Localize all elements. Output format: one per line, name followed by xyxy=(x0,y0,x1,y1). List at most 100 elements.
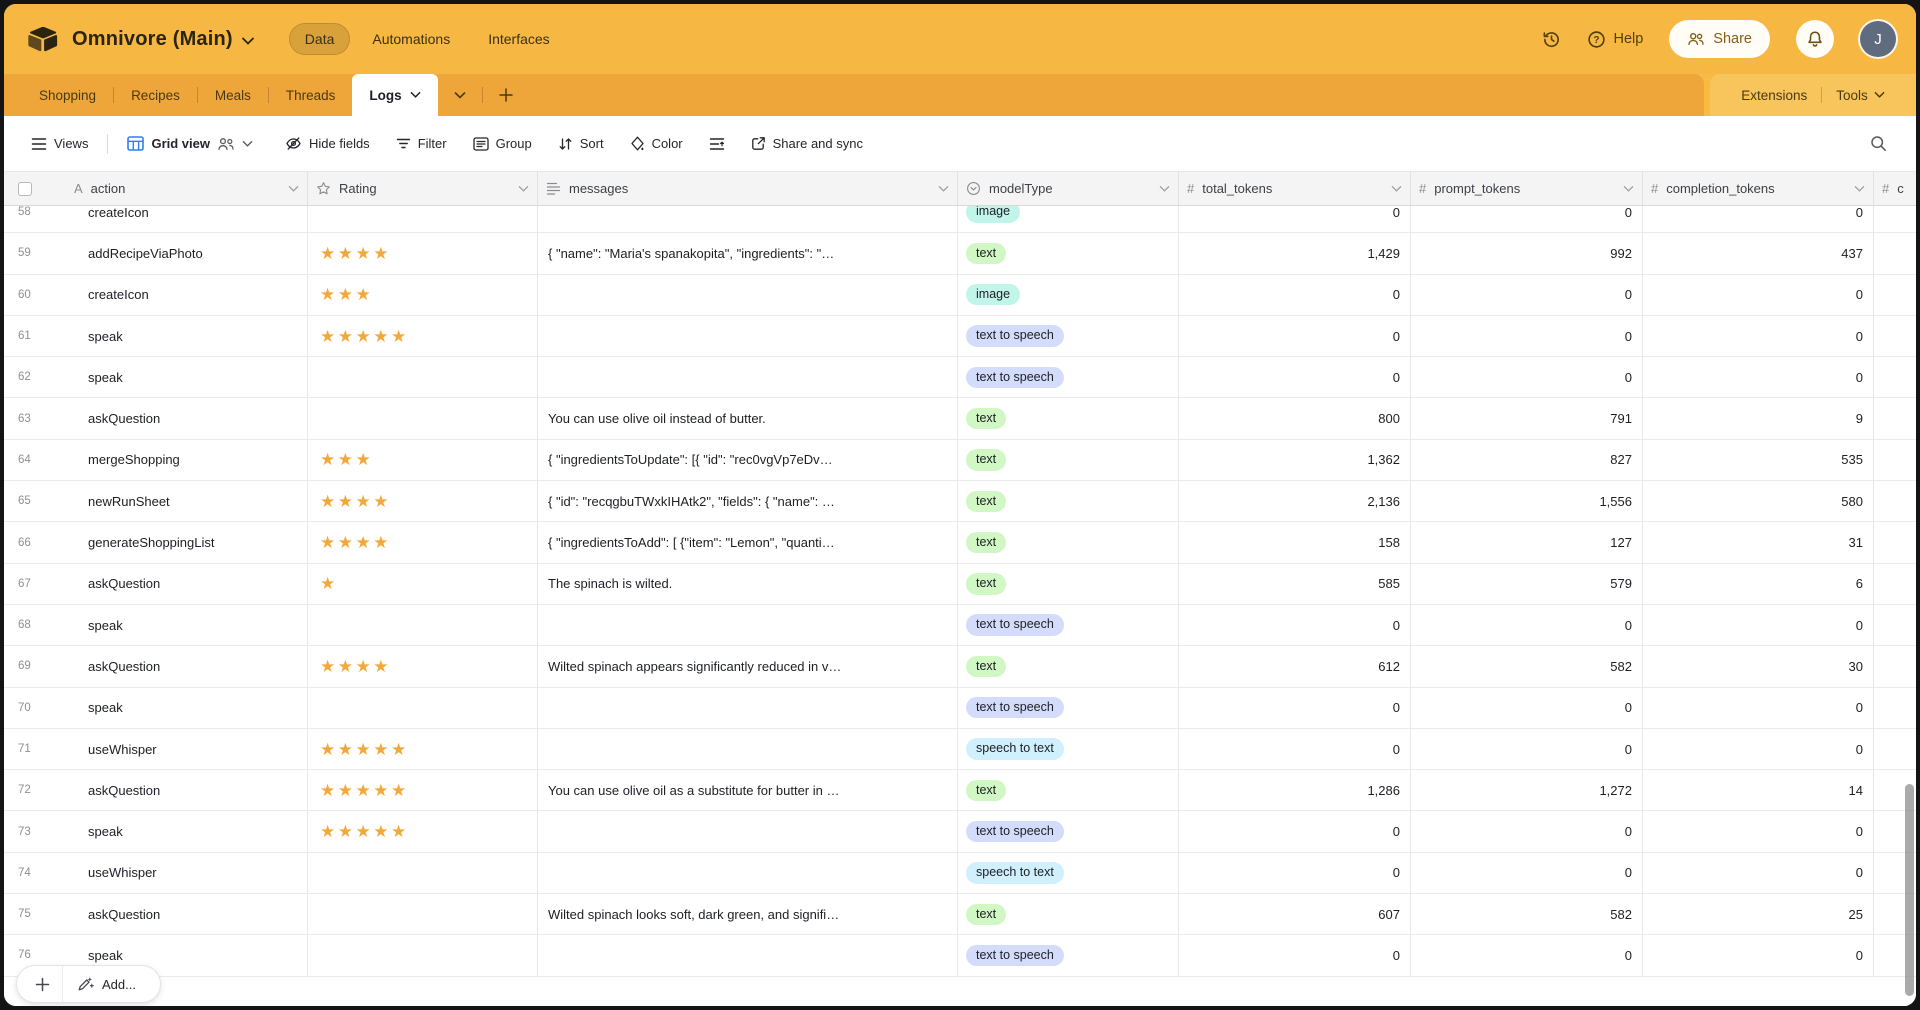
cell-messages[interactable]: Wilted spinach appears significantly red… xyxy=(538,646,958,686)
cell-partial[interactable] xyxy=(1874,481,1916,521)
cell-messages[interactable] xyxy=(538,729,958,769)
column-header-action[interactable]: Aaction xyxy=(66,172,308,205)
rating-stars[interactable]: ★★★★★ xyxy=(320,782,409,799)
cell-total-tokens[interactable]: 0 xyxy=(1179,688,1411,728)
cell-messages[interactable]: { "ingredientsToAdd": [ {"item": "Lemon"… xyxy=(538,522,958,562)
cell-rating[interactable] xyxy=(308,894,538,934)
cell-prompt-tokens[interactable]: 992 xyxy=(1411,233,1643,273)
row-number[interactable]: 70 xyxy=(4,688,66,728)
row-number[interactable]: 65 xyxy=(4,481,66,521)
model-type-badge[interactable]: text xyxy=(966,491,1006,512)
cell-model-type[interactable]: text to speech xyxy=(958,316,1179,356)
cell-model-type[interactable]: image xyxy=(958,206,1179,232)
cell-rating[interactable]: ★★★★ xyxy=(308,233,538,273)
cell-messages[interactable] xyxy=(538,605,958,645)
cell-rating[interactable] xyxy=(308,688,538,728)
cell-action[interactable]: speak xyxy=(66,605,308,645)
model-type-badge[interactable]: text xyxy=(966,656,1006,677)
model-type-badge[interactable]: text to speech xyxy=(966,325,1064,346)
cell-completion-tokens[interactable]: 0 xyxy=(1643,275,1874,315)
cell-partial[interactable] xyxy=(1874,688,1916,728)
cell-rating[interactable]: ★★★ xyxy=(308,275,538,315)
hide-fields-button[interactable]: Hide fields xyxy=(276,129,379,158)
cell-total-tokens[interactable]: 0 xyxy=(1179,729,1411,769)
cell-prompt-tokens[interactable]: 582 xyxy=(1411,646,1643,686)
model-type-badge[interactable]: text to speech xyxy=(966,697,1064,718)
cell-partial[interactable] xyxy=(1874,275,1916,315)
cell-action[interactable]: speak xyxy=(66,688,308,728)
column-header-modelType[interactable]: modelType xyxy=(958,172,1179,205)
cell-total-tokens[interactable]: 612 xyxy=(1179,646,1411,686)
model-type-badge[interactable]: text xyxy=(966,904,1006,925)
row-number[interactable]: 63 xyxy=(4,398,66,438)
cell-completion-tokens[interactable]: 0 xyxy=(1643,357,1874,397)
cell-action[interactable]: generateShoppingList xyxy=(66,522,308,562)
row-number[interactable]: 71 xyxy=(4,729,66,769)
rating-stars[interactable]: ★★★★★ xyxy=(320,823,409,840)
cell-messages[interactable] xyxy=(538,688,958,728)
cell-messages[interactable]: You can use olive oil as a substitute fo… xyxy=(538,770,958,810)
cell-total-tokens[interactable]: 0 xyxy=(1179,605,1411,645)
cell-rating[interactable]: ★★★★ xyxy=(308,522,538,562)
cell-partial[interactable] xyxy=(1874,440,1916,480)
cell-completion-tokens[interactable]: 0 xyxy=(1643,935,1874,975)
model-type-badge[interactable]: text xyxy=(966,243,1006,264)
cell-prompt-tokens[interactable]: 0 xyxy=(1411,275,1643,315)
cell-rating[interactable]: ★★★★★ xyxy=(308,770,538,810)
rating-stars[interactable]: ★★★★★ xyxy=(320,328,409,345)
cell-completion-tokens[interactable]: 0 xyxy=(1643,688,1874,728)
model-type-badge[interactable]: speech to text xyxy=(966,862,1064,883)
rating-stars[interactable]: ★★★★ xyxy=(320,493,391,510)
cell-total-tokens[interactable]: 0 xyxy=(1179,275,1411,315)
cell-messages[interactable] xyxy=(538,811,958,851)
cell-messages[interactable] xyxy=(538,316,958,356)
cell-model-type[interactable]: speech to text xyxy=(958,729,1179,769)
cell-total-tokens[interactable]: 0 xyxy=(1179,853,1411,893)
row-number[interactable]: 60 xyxy=(4,275,66,315)
cell-partial[interactable] xyxy=(1874,646,1916,686)
cell-messages[interactable] xyxy=(538,357,958,397)
cell-total-tokens[interactable]: 0 xyxy=(1179,316,1411,356)
rating-stars[interactable]: ★★★★ xyxy=(320,658,391,675)
tab-list-chevron-button[interactable] xyxy=(438,74,482,116)
cell-messages[interactable] xyxy=(538,275,958,315)
cell-completion-tokens[interactable]: 0 xyxy=(1643,605,1874,645)
cell-prompt-tokens[interactable]: 0 xyxy=(1411,935,1643,975)
search-button[interactable] xyxy=(1861,128,1896,159)
model-type-badge[interactable]: text xyxy=(966,408,1006,429)
rating-stars[interactable]: ★★★ xyxy=(320,286,373,303)
cell-rating[interactable]: ★ xyxy=(308,564,538,604)
cell-messages[interactable]: The spinach is wilted. xyxy=(538,564,958,604)
model-type-badge[interactable]: image xyxy=(966,206,1020,223)
cell-action[interactable]: askQuestion xyxy=(66,894,308,934)
cell-completion-tokens[interactable]: 437 xyxy=(1643,233,1874,273)
sort-button[interactable]: Sort xyxy=(549,129,613,158)
tab-logs-active[interactable]: Logs xyxy=(352,74,437,116)
extensions-button[interactable]: Extensions xyxy=(1727,88,1821,103)
model-type-badge[interactable]: text xyxy=(966,573,1006,594)
cell-messages[interactable] xyxy=(538,935,958,975)
cell-prompt-tokens[interactable]: 1,556 xyxy=(1411,481,1643,521)
filter-button[interactable]: Filter xyxy=(387,129,456,158)
cell-completion-tokens[interactable]: 14 xyxy=(1643,770,1874,810)
vertical-scrollbar[interactable] xyxy=(1905,784,1914,996)
add-with-ai-button[interactable]: Add... xyxy=(63,976,154,992)
cell-action[interactable]: speak xyxy=(66,811,308,851)
cell-messages[interactable]: Wilted spinach looks soft, dark green, a… xyxy=(538,894,958,934)
cell-prompt-tokens[interactable]: 0 xyxy=(1411,729,1643,769)
views-button[interactable]: Views xyxy=(22,129,97,158)
row-number[interactable]: 62 xyxy=(4,357,66,397)
cell-messages[interactable]: You can use olive oil instead of butter. xyxy=(538,398,958,438)
tab-recipes[interactable]: Recipes xyxy=(114,74,197,116)
cell-action[interactable]: speak xyxy=(66,316,308,356)
select-all-checkbox[interactable] xyxy=(18,182,32,196)
cell-completion-tokens[interactable]: 6 xyxy=(1643,564,1874,604)
rating-stars[interactable]: ★★★★★ xyxy=(320,741,409,758)
row-number[interactable]: 58 xyxy=(4,206,66,232)
cell-completion-tokens[interactable]: 580 xyxy=(1643,481,1874,521)
cell-partial[interactable] xyxy=(1874,398,1916,438)
base-title[interactable]: Omnivore (Main) xyxy=(72,28,233,51)
cell-prompt-tokens[interactable]: 0 xyxy=(1411,316,1643,356)
tab-shopping[interactable]: Shopping xyxy=(22,74,113,116)
cell-model-type[interactable]: text xyxy=(958,481,1179,521)
